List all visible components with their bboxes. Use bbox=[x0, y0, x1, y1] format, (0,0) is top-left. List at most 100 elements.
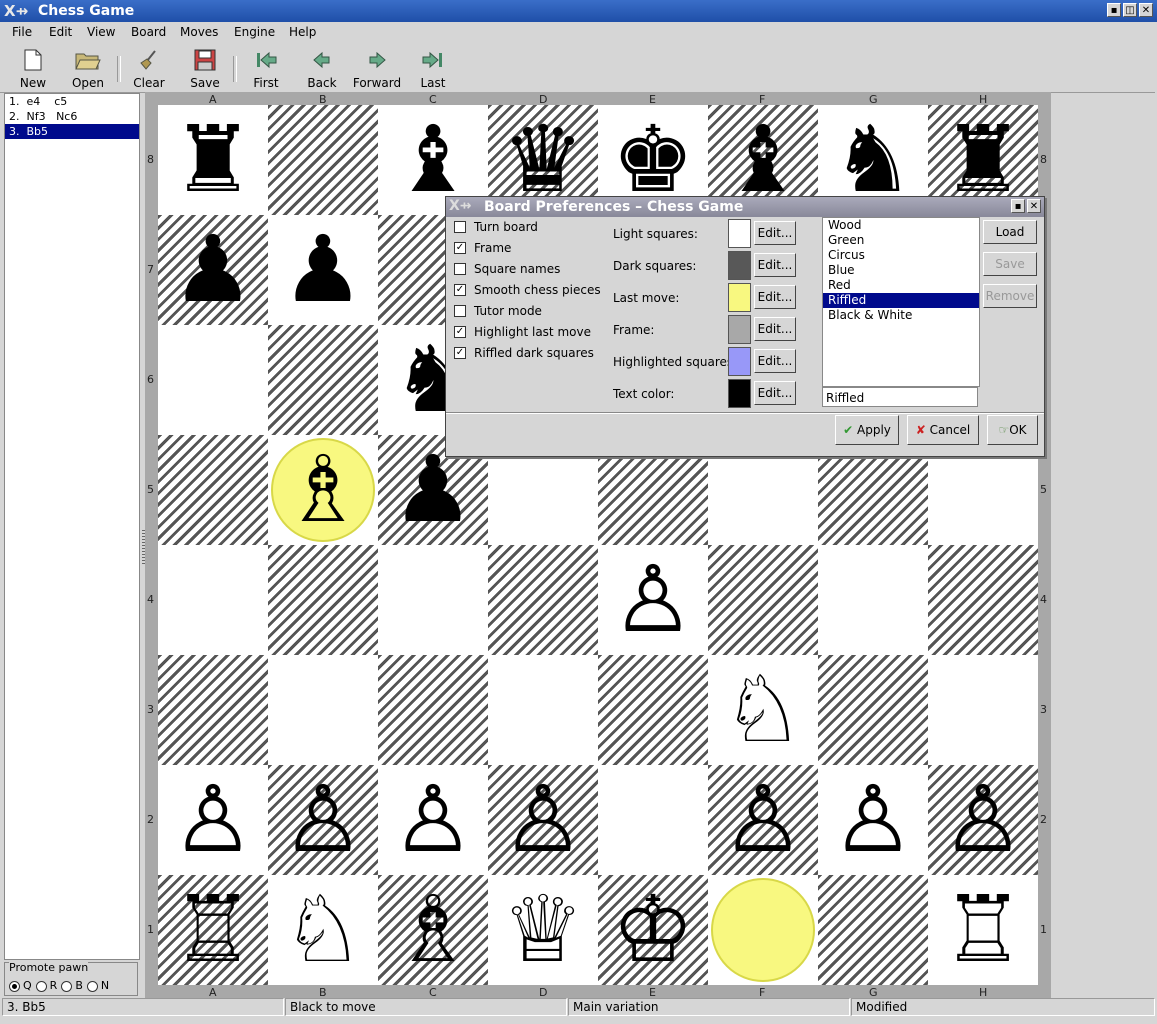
edit-color-button[interactable]: Edit... bbox=[754, 381, 796, 405]
square-b6[interactable] bbox=[268, 325, 378, 435]
close-button[interactable]: ✕ bbox=[1139, 3, 1153, 17]
list-item[interactable]: Black & White bbox=[823, 308, 979, 323]
checkbox-icon[interactable] bbox=[454, 263, 466, 275]
maximize-button[interactable]: ◫ bbox=[1123, 3, 1137, 17]
square-e1[interactable]: ♔ bbox=[598, 875, 708, 985]
preference-checkbox[interactable]: Tutor mode bbox=[454, 304, 542, 318]
chess-piece[interactable]: ♙ bbox=[378, 765, 488, 875]
cancel-button[interactable]: ✘ Cancel bbox=[907, 415, 979, 445]
chess-piece[interactable]: ♟ bbox=[268, 215, 378, 325]
preference-checkbox[interactable]: ✓ Smooth chess pieces bbox=[454, 283, 601, 297]
square-c2[interactable]: ♙ bbox=[378, 765, 488, 875]
chess-piece[interactable]: ♔ bbox=[598, 875, 708, 985]
chess-piece[interactable]: ♙ bbox=[598, 545, 708, 655]
edit-color-button[interactable]: Edit... bbox=[754, 221, 796, 245]
square-b2[interactable]: ♙ bbox=[268, 765, 378, 875]
square-c4[interactable] bbox=[378, 545, 488, 655]
promote-rook-radio[interactable]: R bbox=[35, 979, 57, 992]
list-item[interactable]: 1. e4 c5 bbox=[5, 94, 139, 109]
square-b5[interactable]: ♗ bbox=[268, 435, 378, 545]
square-b7[interactable]: ♟ bbox=[268, 215, 378, 325]
preference-checkbox[interactable]: ✓ Frame bbox=[454, 241, 511, 255]
square-h4[interactable] bbox=[928, 545, 1038, 655]
square-a3[interactable] bbox=[158, 655, 268, 765]
square-b3[interactable] bbox=[268, 655, 378, 765]
square-d2[interactable]: ♙ bbox=[488, 765, 598, 875]
dialog-logo-icon[interactable]: X⇸ bbox=[449, 198, 472, 214]
square-b8[interactable] bbox=[268, 105, 378, 215]
dialog-maximize-button[interactable]: ▪ bbox=[1011, 199, 1025, 213]
chess-piece[interactable]: ♙ bbox=[488, 765, 598, 875]
save-scheme-button[interactable]: Save bbox=[983, 252, 1037, 276]
list-item[interactable]: Green bbox=[823, 233, 979, 248]
square-g1[interactable] bbox=[818, 875, 928, 985]
edit-color-button[interactable]: Edit... bbox=[754, 349, 796, 373]
checkbox-icon[interactable]: ✓ bbox=[454, 326, 466, 338]
preference-checkbox[interactable]: Square names bbox=[454, 262, 560, 276]
checkbox-icon[interactable]: ✓ bbox=[454, 242, 466, 254]
chess-piece[interactable]: ♙ bbox=[158, 765, 268, 875]
square-a4[interactable] bbox=[158, 545, 268, 655]
chess-piece[interactable]: ♙ bbox=[708, 765, 818, 875]
clear-button[interactable]: Clear bbox=[124, 48, 174, 90]
app-logo-icon[interactable]: X⇸ bbox=[4, 2, 28, 20]
square-g4[interactable] bbox=[818, 545, 928, 655]
chess-piece[interactable]: ♗ bbox=[378, 875, 488, 985]
menu-help[interactable]: Help bbox=[289, 25, 316, 39]
checkbox-icon[interactable]: ✓ bbox=[454, 347, 466, 359]
menu-board[interactable]: Board bbox=[131, 25, 166, 39]
square-h3[interactable] bbox=[928, 655, 1038, 765]
chess-piece[interactable]: ♘ bbox=[708, 655, 818, 765]
square-g2[interactable]: ♙ bbox=[818, 765, 928, 875]
new-button[interactable]: New bbox=[8, 48, 58, 90]
preference-checkbox[interactable]: ✓ Highlight last move bbox=[454, 325, 591, 339]
chess-piece[interactable]: ♖ bbox=[158, 875, 268, 985]
square-h2[interactable]: ♙ bbox=[928, 765, 1038, 875]
list-item[interactable]: Circus bbox=[823, 248, 979, 263]
list-item[interactable]: Wood bbox=[823, 218, 979, 233]
square-d1[interactable]: ♕ bbox=[488, 875, 598, 985]
square-a5[interactable] bbox=[158, 435, 268, 545]
load-button[interactable]: Load bbox=[983, 220, 1037, 244]
menu-moves[interactable]: Moves bbox=[180, 25, 218, 39]
chess-piece[interactable]: ♙ bbox=[818, 765, 928, 875]
ok-button[interactable]: ☞OK bbox=[987, 415, 1038, 445]
chess-piece[interactable]: ♖ bbox=[928, 875, 1038, 985]
list-item[interactable]: 2. Nf3 Nc6 bbox=[5, 109, 139, 124]
edit-color-button[interactable]: Edit... bbox=[754, 285, 796, 309]
menu-view[interactable]: View bbox=[87, 25, 115, 39]
chess-piece[interactable]: ♙ bbox=[928, 765, 1038, 875]
square-d3[interactable] bbox=[488, 655, 598, 765]
square-a2[interactable]: ♙ bbox=[158, 765, 268, 875]
menu-file[interactable]: File bbox=[12, 25, 32, 39]
minimize-button[interactable]: ▪ bbox=[1107, 3, 1121, 17]
last-button[interactable]: Last bbox=[408, 48, 458, 90]
list-item[interactable]: Red bbox=[823, 278, 979, 293]
chess-piece[interactable]: ♗ bbox=[268, 435, 378, 545]
square-h1[interactable]: ♖ bbox=[928, 875, 1038, 985]
square-d4[interactable] bbox=[488, 545, 598, 655]
square-a7[interactable]: ♟ bbox=[158, 215, 268, 325]
preference-checkbox[interactable]: Turn board bbox=[454, 220, 538, 234]
square-c3[interactable] bbox=[378, 655, 488, 765]
remove-button[interactable]: Remove bbox=[983, 284, 1037, 308]
square-f4[interactable] bbox=[708, 545, 818, 655]
square-f2[interactable]: ♙ bbox=[708, 765, 818, 875]
chess-piece[interactable]: ♕ bbox=[488, 875, 598, 985]
edit-color-button[interactable]: Edit... bbox=[754, 253, 796, 277]
checkbox-icon[interactable] bbox=[454, 305, 466, 317]
square-f3[interactable]: ♘ bbox=[708, 655, 818, 765]
square-a6[interactable] bbox=[158, 325, 268, 435]
square-f1[interactable] bbox=[708, 875, 818, 985]
square-c1[interactable]: ♗ bbox=[378, 875, 488, 985]
checkbox-icon[interactable]: ✓ bbox=[454, 284, 466, 296]
open-button[interactable]: Open bbox=[63, 48, 113, 90]
square-b1[interactable]: ♘ bbox=[268, 875, 378, 985]
menu-engine[interactable]: Engine bbox=[234, 25, 275, 39]
chess-piece[interactable]: ♙ bbox=[268, 765, 378, 875]
scheme-list[interactable]: Wood Green Circus Blue Red Riffled Black… bbox=[822, 217, 980, 387]
menu-edit[interactable]: Edit bbox=[49, 25, 72, 39]
square-b4[interactable] bbox=[268, 545, 378, 655]
preference-checkbox[interactable]: ✓ Riffled dark squares bbox=[454, 346, 594, 360]
move-list[interactable]: 1. e4 c5 2. Nf3 Nc6 3. Bb5 bbox=[4, 93, 140, 960]
